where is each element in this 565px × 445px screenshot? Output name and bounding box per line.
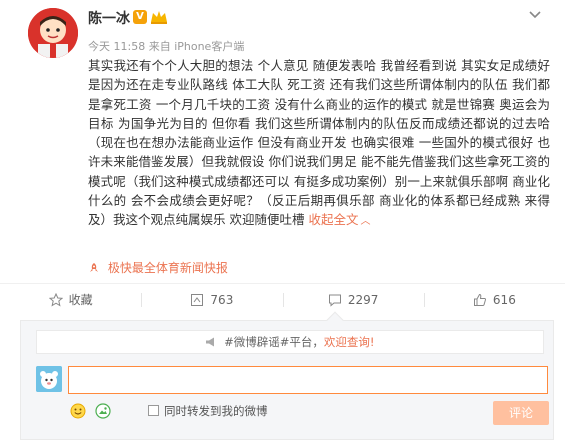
rumor-notice: #微博辟谣#平台，欢迎查询!: [36, 330, 544, 354]
member-crown-icon: [151, 11, 167, 24]
rocket-icon: [90, 263, 98, 272]
comment-button[interactable]: 2297: [282, 284, 424, 315]
repost-button[interactable]: 763: [141, 284, 282, 315]
avatar-cartoon-icon: [28, 8, 78, 58]
repost-icon: [191, 293, 204, 306]
star-icon: [48, 292, 63, 307]
bear-avatar-icon: [36, 366, 62, 392]
collapse-fulltext-link[interactable]: 收起全文 ︿: [308, 212, 370, 227]
thumbs-up-icon: [473, 293, 486, 306]
comment-icon: [328, 294, 341, 307]
image-icon[interactable]: [95, 403, 111, 419]
chevron-down-icon[interactable]: [527, 6, 543, 22]
source-link[interactable]: 极快最全体育新闻快报: [88, 259, 228, 276]
author-avatar[interactable]: [28, 8, 78, 58]
chevron-up-icon: ︿: [360, 216, 371, 228]
notice-link[interactable]: 欢迎查询!: [324, 335, 375, 349]
favorite-label: 收藏: [68, 293, 93, 307]
like-count: 616: [492, 292, 516, 307]
author-name[interactable]: 陈一冰: [88, 8, 130, 28]
repost-checkbox[interactable]: [148, 405, 159, 416]
post-meta: 今天 11:58 来自 iPhone客户端: [88, 40, 245, 53]
comment-count: 2297: [347, 292, 379, 307]
source-label: 极快最全体育新闻快报: [107, 261, 228, 275]
megaphone-icon: [206, 337, 215, 347]
collapse-label: 收起全文: [308, 212, 359, 228]
post-text: 其实我还有个个人大胆的想法 个人意见 随便发表哈 我曾经看到说 其实女足成绩好 …: [88, 58, 550, 228]
post-content: 其实我还有个个人大胆的想法 个人意见 随便发表哈 我曾经看到说 其实女足成绩好 …: [88, 56, 550, 232]
verified-badge: V: [133, 10, 147, 24]
favorite-button[interactable]: 收藏: [0, 284, 141, 315]
like-button[interactable]: 616: [423, 284, 565, 315]
notice-text: #微博辟谣#平台，: [224, 335, 324, 349]
repost-count: 763: [210, 292, 234, 307]
submit-comment-button[interactable]: 评论: [493, 401, 549, 425]
user-avatar: [36, 366, 62, 392]
smiley-icon[interactable]: [70, 403, 86, 419]
weibo-post: 陈一冰 V 今天 11:58 来自 iPhone客户端 其实我还有个个人大胆的想…: [0, 0, 565, 445]
repost-label: 同时转发到我的微博: [164, 404, 268, 418]
comment-input[interactable]: [68, 366, 548, 394]
action-bar: 收藏 763 2297 616: [0, 283, 565, 315]
